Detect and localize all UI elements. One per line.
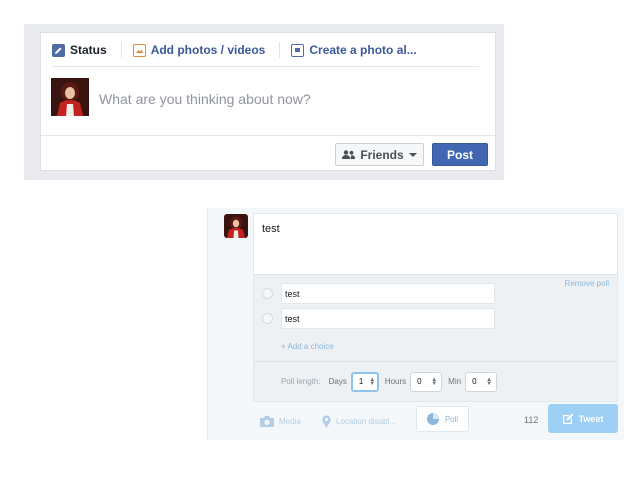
tweet-toolbar: Media Location disabl... Poll 112 Tweet bbox=[253, 404, 618, 434]
tweet-label: Tweet bbox=[578, 413, 604, 424]
tab-add-photos-label: Add photos / videos bbox=[150, 43, 266, 57]
camera-icon bbox=[260, 415, 274, 427]
photo-icon bbox=[132, 43, 146, 57]
min-label: Min bbox=[448, 377, 462, 386]
poll-length-row: Poll length: Days 1 ▲ ▼ Hours 0 ▲ ▼ Min 0 … bbox=[254, 361, 617, 401]
tab-create-album-label: Create a photo al... bbox=[309, 43, 417, 57]
poll-editor: Remove poll test test + Add a choice Pol… bbox=[253, 274, 618, 402]
poll-choice-row: test bbox=[262, 308, 495, 329]
post-button[interactable]: Post bbox=[432, 143, 488, 166]
radio-icon bbox=[262, 288, 273, 299]
media-button[interactable]: Media bbox=[260, 408, 301, 434]
tweet-textarea[interactable]: test bbox=[253, 213, 618, 275]
stepper-arrows-icon: ▲ ▼ bbox=[486, 376, 493, 387]
poll-label: Poll bbox=[444, 414, 459, 424]
add-choice-link[interactable]: + Add a choice bbox=[281, 342, 334, 351]
media-label: Media bbox=[279, 416, 301, 426]
tab-divider bbox=[279, 42, 281, 58]
composer-tabs: Status Add photos / videos Create a phot… bbox=[52, 42, 479, 67]
friends-icon bbox=[342, 150, 356, 159]
stepper-arrows-icon: ▲ ▼ bbox=[431, 376, 438, 387]
remove-poll-link[interactable]: Remove poll bbox=[565, 279, 609, 288]
hours-value: 0 bbox=[417, 377, 422, 386]
facebook-composer-card: Status Add photos / videos Create a phot… bbox=[40, 32, 496, 171]
location-label: Location disabl... bbox=[336, 416, 397, 426]
days-label: Days bbox=[328, 377, 347, 386]
days-select[interactable]: 1 ▲ ▼ bbox=[350, 371, 379, 392]
tab-create-album[interactable]: Create a photo al... bbox=[291, 42, 417, 58]
days-value: 1 bbox=[358, 377, 364, 386]
tab-divider bbox=[120, 42, 122, 58]
location-button[interactable]: Location disabl... bbox=[322, 408, 396, 434]
tab-status-label: Status bbox=[70, 43, 107, 57]
pencil-icon bbox=[52, 43, 65, 57]
facebook-composer-frame: Status Add photos / videos Create a phot… bbox=[24, 24, 504, 180]
min-select[interactable]: 0 ▲ ▼ bbox=[465, 371, 498, 392]
stepper-arrows-icon: ▲ ▼ bbox=[369, 376, 376, 387]
poll-choice-input[interactable]: test bbox=[281, 308, 495, 329]
compose-icon bbox=[562, 413, 574, 424]
audience-label: Friends bbox=[360, 147, 404, 162]
tweet-button[interactable]: Tweet bbox=[548, 404, 618, 433]
hours-select[interactable]: 0 ▲ ▼ bbox=[410, 371, 443, 392]
min-value: 0 bbox=[472, 377, 477, 386]
twitter-composer-frame: test Remove poll test test + Add a choic… bbox=[207, 208, 624, 440]
poll-length-label: Poll length: bbox=[281, 377, 321, 386]
radio-icon bbox=[262, 313, 273, 324]
avatar bbox=[51, 78, 89, 116]
chevron-down-icon bbox=[408, 152, 417, 157]
hours-label: Hours bbox=[384, 377, 407, 386]
tab-add-photos[interactable]: Add photos / videos bbox=[132, 42, 266, 58]
status-input[interactable]: What are you thinking about now? bbox=[99, 91, 311, 107]
avatar bbox=[224, 214, 248, 238]
poll-choice-row: test bbox=[262, 283, 495, 304]
album-icon bbox=[291, 43, 305, 57]
tab-status[interactable]: Status bbox=[52, 42, 107, 58]
poll-button[interactable]: Poll bbox=[416, 406, 469, 432]
audience-selector-button[interactable]: Friends bbox=[335, 143, 424, 166]
composer-footer: Friends Post bbox=[41, 135, 495, 170]
poll-icon bbox=[426, 413, 439, 425]
character-counter: 112 bbox=[524, 415, 539, 425]
poll-choice-input[interactable]: test bbox=[281, 283, 495, 304]
location-pin-icon bbox=[322, 414, 331, 428]
